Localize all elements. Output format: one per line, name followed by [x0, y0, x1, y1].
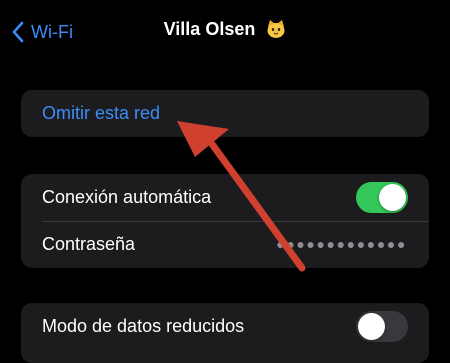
forget-network-button[interactable]: Omitir esta red — [21, 90, 429, 137]
forget-network-label: Omitir esta red — [42, 103, 161, 123]
password-label: Contraseña — [42, 234, 136, 254]
password-row[interactable]: Contraseña ●●●●●●●●●●●●● — [21, 221, 429, 268]
password-value: ●●●●●●●●●●●●● — [276, 236, 407, 252]
network-name: Villa Olsen — [163, 19, 256, 39]
forget-network-group: Omitir esta red — [21, 90, 429, 137]
auto-join-toggle[interactable] — [356, 182, 408, 213]
navigation-bar: Wi-Fi Villa Olsen — [0, 0, 450, 62]
auto-join-row: Conexión automática — [21, 174, 429, 222]
toggle-knob — [358, 313, 385, 340]
connection-settings-group: Conexión automática Contraseña ●●●●●●●●●… — [21, 174, 429, 268]
auto-join-label: Conexión automática — [42, 187, 212, 207]
low-data-toggle[interactable] — [356, 311, 408, 342]
page-title: Villa Olsen — [0, 19, 450, 44]
toggle-knob — [379, 184, 406, 211]
data-settings-group: Modo de datos reducidos — [21, 303, 429, 363]
low-data-label: Modo de datos reducidos — [42, 316, 245, 336]
low-data-row: Modo de datos reducidos — [21, 303, 429, 350]
cat-face-icon — [266, 19, 286, 44]
